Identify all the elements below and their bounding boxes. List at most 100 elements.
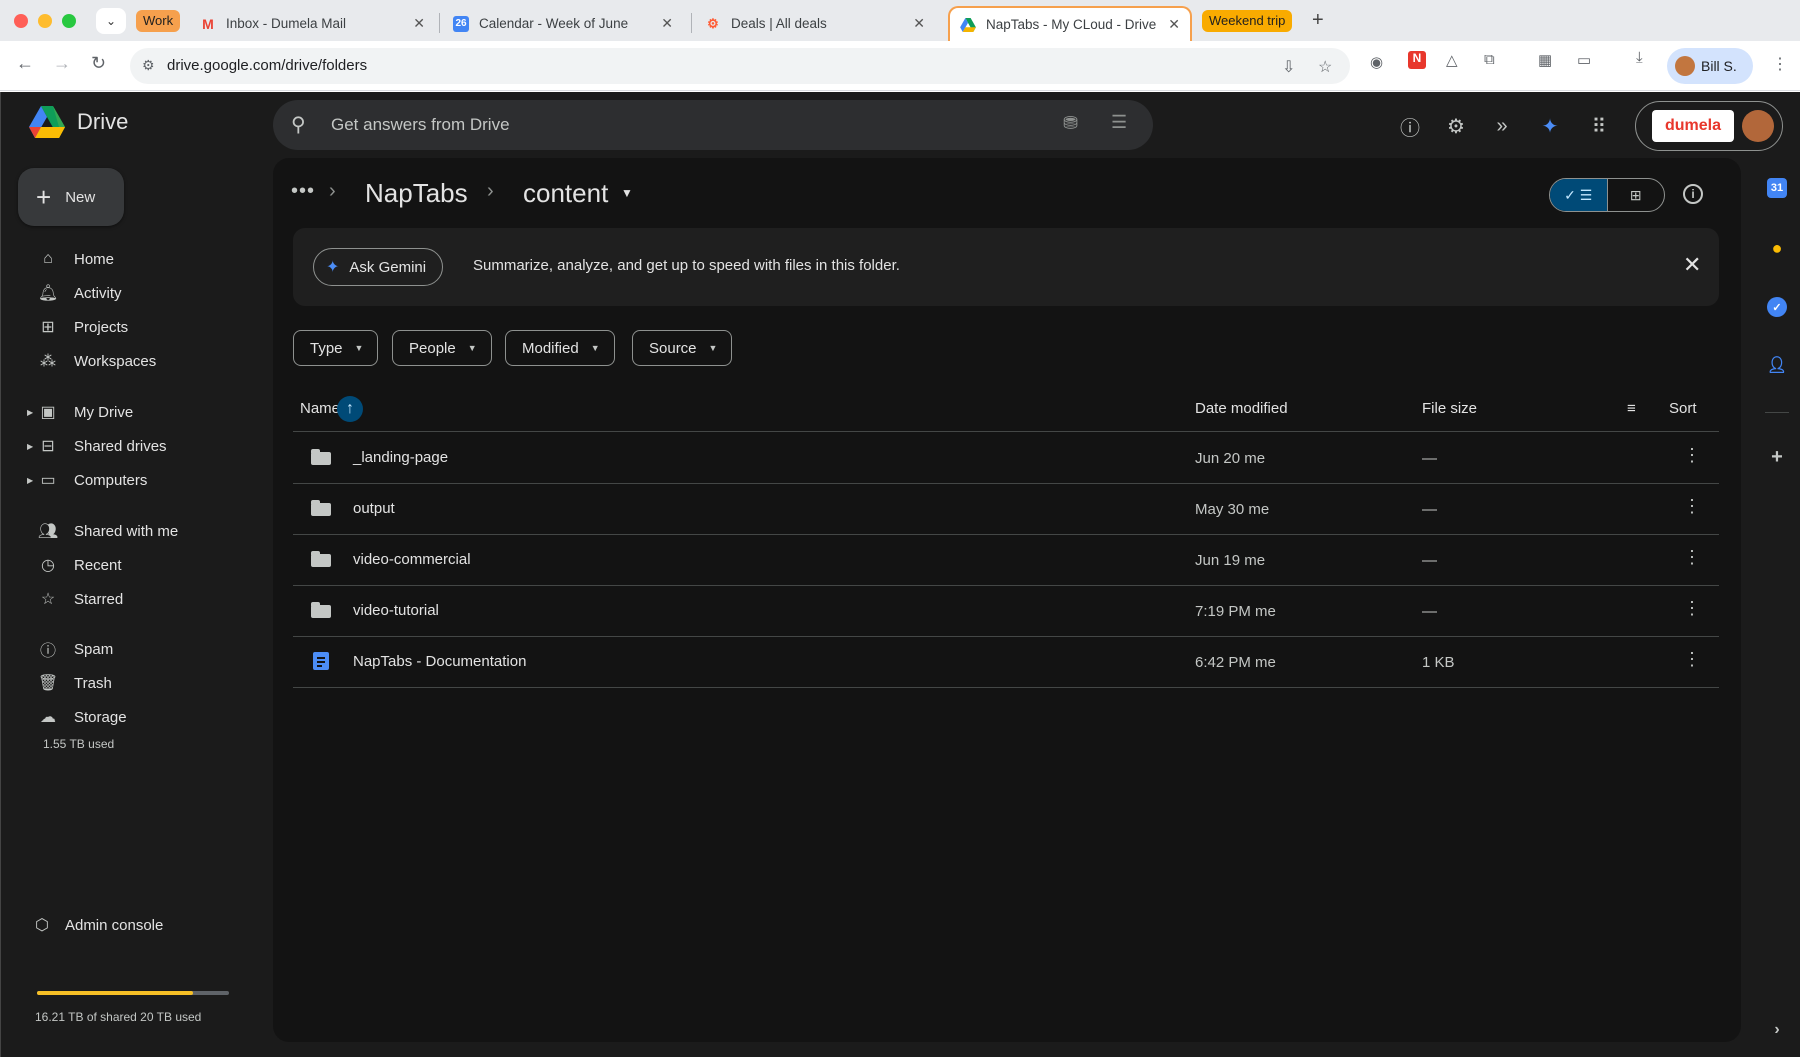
close-icon[interactable]: ✕ [661, 15, 673, 32]
apps-script-icon[interactable]: » [1490, 114, 1514, 138]
url-text[interactable]: drive.google.com/drive/folders [167, 57, 367, 74]
column-date-modified[interactable]: Date modified [1195, 400, 1288, 417]
window-close-button[interactable] [14, 14, 28, 28]
search-options-icon[interactable]: ☰ [1111, 112, 1127, 133]
column-name[interactable]: Name [300, 400, 340, 417]
file-name[interactable]: output [353, 500, 395, 517]
more-actions-icon[interactable]: ⋮ [1683, 445, 1701, 466]
qr-code-icon[interactable]: ▦ [1538, 51, 1552, 69]
drive-logo[interactable]: Drive [29, 106, 128, 138]
tab-group-work[interactable]: Work [136, 10, 181, 32]
drive-extension-icon[interactable]: △ [1446, 51, 1458, 69]
profile-button[interactable]: Bill S. [1667, 48, 1753, 84]
tab-search-button[interactable]: ⌄ [96, 8, 126, 34]
file-name[interactable]: NapTabs - Documentation [353, 653, 526, 670]
search-settings-icon[interactable]: ⛃ [1063, 113, 1078, 134]
sidebar-item-my-drive[interactable]: ▶ ▣ My Drive [23, 396, 133, 428]
keep-bulb-icon[interactable]: ● [1767, 238, 1787, 258]
file-name[interactable]: _landing-page [353, 449, 448, 466]
forward-arrow-icon[interactable]: → [53, 53, 71, 74]
site-settings-icon[interactable]: ⚙ [142, 57, 155, 74]
sidebar-item-recent[interactable]: ◷ Recent [23, 549, 122, 581]
more-actions-icon[interactable]: ⋮ [1683, 496, 1701, 517]
tab-calendar[interactable]: 26 Calendar - Week of June ✕ [443, 6, 683, 41]
cast-icon[interactable]: ▭ [1577, 51, 1591, 69]
column-file-size[interactable]: File size [1422, 400, 1477, 417]
sidebar-item-activity[interactable]: 🔔︎ Activity [23, 277, 122, 309]
google-apps-icon[interactable]: ⠿ [1587, 114, 1611, 138]
filter-people[interactable]: People ▼ [392, 330, 492, 366]
chevron-right-icon[interactable]: › [1767, 1020, 1787, 1040]
table-row[interactable]: video-commercial Jun 19 me — ⋮ [293, 535, 1719, 586]
close-icon[interactable]: ✕ [1683, 252, 1701, 278]
bookmark-star-icon[interactable]: ☆ [1318, 57, 1332, 77]
info-icon[interactable]: i [1683, 184, 1703, 204]
add-addon-icon[interactable]: + [1767, 446, 1787, 468]
more-actions-icon[interactable]: ⋮ [1683, 598, 1701, 619]
view-toggle[interactable]: ✓ ☰ ⊞ [1549, 178, 1665, 212]
sidebar-item-projects[interactable]: ⊞ Projects [23, 311, 128, 343]
close-icon[interactable]: ✕ [913, 15, 925, 32]
table-row[interactable]: _landing-page Jun 20 me — ⋮ [293, 433, 1719, 484]
grid-view-button[interactable]: ⊞ [1608, 179, 1665, 211]
window-minimize-button[interactable] [38, 14, 52, 28]
sidebar-item-spam[interactable]: ⓘ Spam [23, 633, 113, 665]
address-bar[interactable]: ⚙ drive.google.com/drive/folders ⇩ ☆ [130, 48, 1350, 84]
gear-icon[interactable]: ⚙ [1444, 114, 1468, 138]
breadcrumb-more-icon[interactable]: ••• [291, 180, 315, 203]
calendar-icon[interactable]: 31 [1767, 178, 1787, 198]
filter-source[interactable]: Source ▼ [632, 330, 733, 366]
filter-type[interactable]: Type ▼ [293, 330, 379, 366]
table-row[interactable]: video-tutorial 7:19 PM me — ⋮ [293, 586, 1719, 637]
breadcrumb-current[interactable]: content [523, 178, 608, 209]
file-name[interactable]: video-commercial [353, 551, 471, 568]
sidebar-item-workspaces[interactable]: ⁂ Workspaces [23, 345, 156, 377]
close-icon[interactable]: ✕ [1168, 16, 1180, 33]
more-actions-icon[interactable]: ⋮ [1683, 547, 1701, 568]
sidebar-item-shared-drives[interactable]: ▶ ⊟ Shared drives [23, 430, 167, 462]
tab-group-weekend[interactable]: Weekend trip [1202, 10, 1293, 32]
sidebar-item-computers[interactable]: ▶ ▭ Computers [23, 464, 147, 496]
sidebar-item-trash[interactable]: 🗑︎ Trash [23, 667, 112, 699]
reload-icon[interactable]: ↻ [91, 53, 106, 74]
table-row[interactable]: NapTabs - Documentation 6:42 PM me 1 KB … [293, 637, 1719, 688]
sort-ascending-icon[interactable]: ↑ [337, 396, 363, 422]
breadcrumb-parent[interactable]: NapTabs [365, 178, 468, 209]
expand-caret-icon[interactable]: ▶ [27, 476, 33, 485]
more-actions-icon[interactable]: ⋮ [1683, 649, 1701, 670]
expand-caret-icon[interactable]: ▶ [27, 408, 33, 417]
window-maximize-button[interactable] [62, 14, 76, 28]
close-icon[interactable]: ✕ [413, 15, 425, 32]
tab-inbox[interactable]: M Inbox - Dumela Mail ✕ [190, 6, 435, 41]
sidebar-item-starred[interactable]: ☆ Starred [23, 583, 123, 615]
admin-console-link[interactable]: ⬡ Admin console [35, 915, 163, 935]
new-tab-button[interactable]: + [1312, 9, 1324, 32]
tasks-icon[interactable]: ✓ [1767, 297, 1787, 317]
help-icon[interactable]: ⓘ [1398, 114, 1422, 140]
install-app-icon[interactable]: ⇩ [1282, 57, 1295, 77]
puzzle-extensions-icon[interactable]: ⧉ [1484, 51, 1495, 68]
sidebar-item-storage[interactable]: ☁ Storage [23, 701, 127, 733]
search-input[interactable]: Get answers from Drive [331, 115, 510, 135]
tab-deals[interactable]: ⚙ Deals | All deals ✕ [695, 6, 935, 41]
camera-extension-icon[interactable]: ◉ [1370, 53, 1383, 71]
sort-lines-icon[interactable]: ≡ [1627, 400, 1636, 417]
sidebar-item-shared-with-me[interactable]: 👥︎ Shared with me [23, 515, 178, 547]
list-view-button[interactable]: ✓ ☰ [1550, 179, 1608, 211]
contacts-icon[interactable]: 👤︎ [1767, 355, 1787, 375]
browser-menu-icon[interactable]: ⋮ [1772, 54, 1788, 74]
back-arrow-icon[interactable]: ← [16, 53, 34, 74]
sidebar-item-home[interactable]: ⌂ Home [23, 243, 114, 275]
expand-caret-icon[interactable]: ▶ [27, 442, 33, 451]
ask-gemini-button[interactable]: ✦ Ask Gemini [313, 248, 444, 286]
filter-modified[interactable]: Modified ▼ [505, 330, 615, 366]
gemini-icon[interactable]: ✦ [1538, 114, 1562, 138]
file-name[interactable]: video-tutorial [353, 602, 439, 619]
tab-drive[interactable]: NapTabs - My CLoud - Drive ✕ [948, 6, 1192, 41]
sort-button[interactable]: Sort [1669, 400, 1697, 417]
table-row[interactable]: output May 30 me — ⋮ [293, 484, 1719, 535]
caret-down-icon[interactable]: ▼ [621, 186, 633, 200]
naptabs-extension-icon[interactable]: N [1408, 51, 1426, 69]
new-button[interactable]: + New [18, 168, 124, 226]
download-icon[interactable]: ⤓ [1636, 49, 1643, 66]
